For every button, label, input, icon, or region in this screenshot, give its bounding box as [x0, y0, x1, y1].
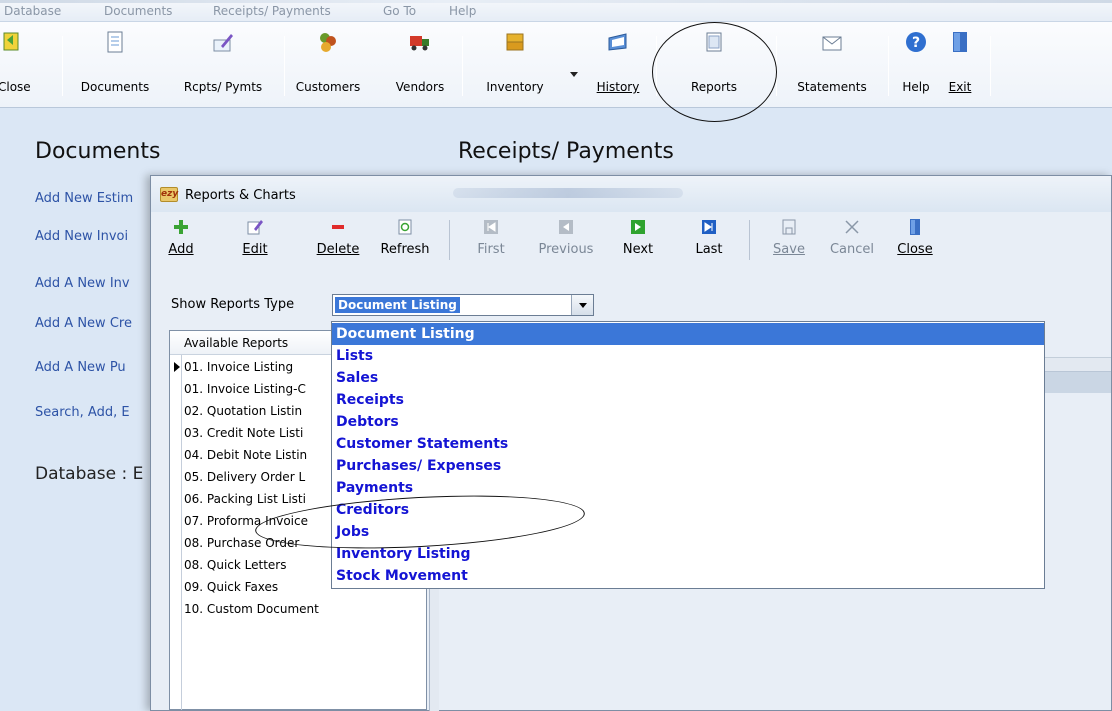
exit-button[interactable]: Exit — [940, 28, 980, 98]
customers-button[interactable]: Customers — [290, 28, 366, 98]
receipts-payments-button[interactable]: Rcpts/ Pymts — [168, 28, 278, 98]
previous-button[interactable]: Previous — [533, 218, 599, 268]
dropdown-option-stock-movement[interactable]: Stock Movement — [332, 565, 1044, 587]
svg-text:?: ? — [912, 35, 920, 51]
link-search-add-edit[interactable]: Search, Add, E — [35, 405, 130, 420]
help-button[interactable]: ? Help — [896, 28, 936, 98]
next-record-icon — [631, 220, 645, 234]
menu-help[interactable]: Help — [449, 4, 476, 18]
close-icon — [3, 32, 19, 51]
first-button[interactable]: First — [473, 218, 509, 268]
menubar-top-line — [0, 0, 1112, 3]
toolbar-separator — [888, 36, 889, 96]
save-disk-icon — [782, 219, 796, 235]
toolbar-separator — [990, 36, 991, 96]
previous-record-icon — [559, 220, 573, 234]
plus-icon — [174, 220, 188, 234]
close-button[interactable]: Close — [0, 28, 31, 98]
delete-button[interactable]: Delete — [309, 218, 367, 268]
refresh-button[interactable]: Refresh — [373, 218, 437, 268]
minus-icon — [332, 225, 344, 229]
receipts-section-title: Receipts/ Payments — [458, 139, 674, 164]
dropdown-option-document-listing[interactable]: Document Listing — [332, 323, 1044, 345]
history-icon — [608, 33, 627, 51]
toolbar-separator — [449, 220, 450, 260]
reports-highlight-circle — [652, 22, 777, 122]
report-type-dropdown-list[interactable]: Document Listing Lists Sales Receipts De… — [331, 321, 1045, 589]
customers-icon — [320, 33, 336, 52]
envelope-icon — [822, 36, 842, 51]
next-button[interactable]: Next — [617, 218, 659, 268]
inventory-icon — [506, 33, 524, 51]
link-add-new-estimate[interactable]: Add New Estim — [35, 191, 133, 206]
vendors-truck-icon — [410, 36, 429, 51]
dropdown-option-receipts[interactable]: Receipts — [332, 389, 1044, 411]
statements-button[interactable]: Statements — [784, 28, 880, 98]
last-record-icon — [702, 220, 716, 234]
blurred-caption — [453, 188, 683, 198]
link-add-new-credit[interactable]: Add A New Cre — [35, 316, 132, 331]
dropdown-option-purchases-expenses[interactable]: Purchases/ Expenses — [332, 455, 1044, 477]
cancel-x-icon — [845, 220, 859, 234]
edit-button[interactable]: Edit — [237, 218, 273, 268]
help-icon: ? — [906, 32, 926, 52]
first-record-icon — [484, 220, 498, 234]
toolbar-separator — [62, 36, 63, 96]
pen-paper-icon — [213, 34, 233, 52]
documents-button[interactable]: Documents — [70, 28, 160, 98]
menu-documents[interactable]: Documents — [104, 4, 172, 18]
inventory-dropdown-caret-icon[interactable] — [570, 72, 578, 77]
report-item[interactable]: 10. Custom Document — [170, 598, 426, 620]
dropdown-option-inventory-listing[interactable]: Inventory Listing — [332, 543, 1044, 565]
report-type-value: Document Listing — [335, 297, 460, 313]
link-add-new-inventory[interactable]: Add A New Inv — [35, 276, 130, 291]
link-add-new-invoice[interactable]: Add New Invoi — [35, 229, 128, 244]
history-button[interactable]: History — [583, 28, 653, 98]
report-type-dropdown-button[interactable] — [571, 295, 593, 315]
dropdown-option-lists[interactable]: Lists — [332, 345, 1044, 367]
toolbar-separator — [462, 36, 463, 96]
toolbar-separator — [749, 220, 750, 260]
edit-pencil-icon — [247, 220, 263, 235]
menu-receipts-payments[interactable]: Receipts/ Payments — [213, 4, 331, 18]
inventory-button[interactable]: Inventory — [470, 28, 560, 98]
link-add-new-purchase[interactable]: Add A New Pu — [35, 360, 126, 375]
database-label: Database : E — [35, 464, 144, 484]
dropdown-option-sales[interactable]: Sales — [332, 367, 1044, 389]
chevron-down-icon — [579, 303, 587, 308]
save-button[interactable]: Save — [769, 218, 809, 268]
documents-section-title: Documents — [35, 139, 161, 164]
exit-door-icon — [953, 32, 967, 52]
vendors-button[interactable]: Vendors — [384, 28, 456, 98]
report-type-select[interactable]: Document Listing — [332, 294, 594, 316]
last-button[interactable]: Last — [689, 218, 729, 268]
documents-icon — [107, 31, 123, 53]
refresh-icon — [398, 219, 412, 235]
dropdown-option-debtors[interactable]: Debtors — [332, 411, 1044, 433]
dropdown-option-customer-statements[interactable]: Customer Statements — [332, 433, 1044, 455]
menu-database[interactable]: Database — [4, 4, 61, 18]
cancel-button[interactable]: Cancel — [827, 218, 877, 268]
add-button[interactable]: Add — [163, 218, 199, 268]
dialog-toolbar: Add Edit Delete Refresh First Previous N… — [151, 212, 1111, 270]
main-toolbar: Close Documents Rcpts/ Pymts Customers V… — [0, 22, 1112, 108]
dialog-titlebar: ezy Reports & Charts — [151, 176, 1111, 212]
close-door-icon — [910, 219, 920, 235]
dialog-title: Reports & Charts — [185, 188, 296, 203]
dialog-close-button[interactable]: Close — [895, 218, 935, 268]
report-type-label: Show Reports Type — [171, 297, 295, 312]
ezy-app-icon: ezy — [160, 187, 178, 202]
menu-goto[interactable]: Go To — [383, 4, 416, 18]
toolbar-separator — [284, 36, 285, 96]
app-menubar: Database Documents Receipts/ Payments Go… — [0, 0, 1112, 22]
